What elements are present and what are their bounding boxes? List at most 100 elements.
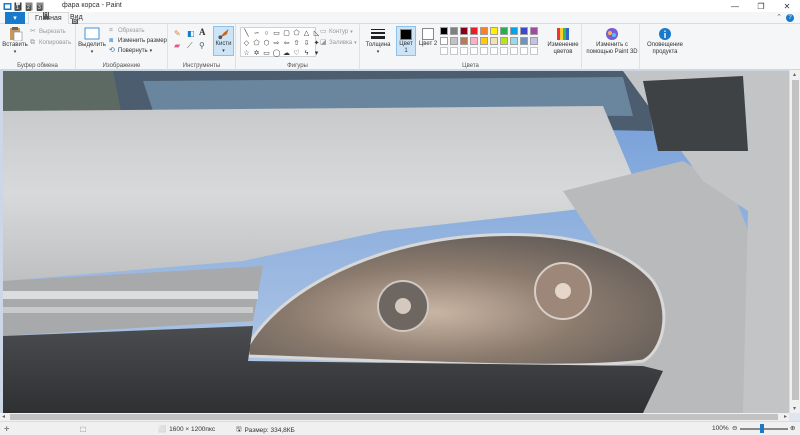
edit-colors-label: Изменение цветов xyxy=(547,42,579,55)
palette-color-swatch[interactable] xyxy=(440,27,448,35)
palette-color-swatch[interactable] xyxy=(530,47,538,55)
text-icon[interactable]: A xyxy=(199,27,206,37)
pentagon-shape-icon[interactable]: ⬠ xyxy=(252,39,261,48)
color-picker-icon[interactable]: ⟋ xyxy=(187,41,193,51)
palette-color-swatch[interactable] xyxy=(460,47,468,55)
shapes-more-icon[interactable]: ▾ xyxy=(312,49,321,58)
palette-color-swatch[interactable] xyxy=(500,27,508,35)
zoom-slider-track[interactable] xyxy=(740,428,788,430)
scroll-left-icon[interactable]: ◂ xyxy=(2,413,5,420)
palette-color-swatch[interactable] xyxy=(450,27,458,35)
info-icon xyxy=(659,28,671,40)
color1-button[interactable]: Цвет 1 xyxy=(396,26,416,56)
maximize-button[interactable]: ❐ xyxy=(748,0,774,12)
selection-size: ⬚ xyxy=(80,425,86,433)
palette-color-swatch[interactable] xyxy=(490,37,498,45)
rect-callout-shape-icon[interactable]: ▭ xyxy=(262,49,271,58)
horizontal-scroll-thumb[interactable] xyxy=(10,414,778,420)
minimize-button[interactable]: — xyxy=(722,0,748,12)
palette-color-swatch[interactable] xyxy=(520,37,528,45)
palette-color-swatch[interactable] xyxy=(530,37,538,45)
edit-with-paint3d-button[interactable]: Изменить с помощью Paint 3D xyxy=(586,27,638,56)
palette-color-swatch[interactable] xyxy=(480,27,488,35)
palette-color-swatch[interactable] xyxy=(530,27,538,35)
vertical-scrollbar[interactable]: ▴ ▾ xyxy=(789,70,800,413)
palette-color-swatch[interactable] xyxy=(470,37,478,45)
palette-color-swatch[interactable] xyxy=(470,47,478,55)
polygon-shape-icon[interactable]: ⬠ xyxy=(292,29,301,38)
palette-color-swatch[interactable] xyxy=(470,27,478,35)
palette-color-swatch[interactable] xyxy=(460,37,468,45)
cloud-callout-shape-icon[interactable]: ☁ xyxy=(282,49,291,58)
edit-colors-button[interactable]: Изменение цветов xyxy=(546,27,580,56)
triangle-shape-icon[interactable]: △ xyxy=(302,29,311,38)
collapse-ribbon-icon[interactable]: ⌃ xyxy=(776,13,782,21)
outline-button[interactable]: ▭ Контур ▾ xyxy=(320,28,353,35)
paint3d-group: Изменить с помощью Paint 3D xyxy=(582,24,640,70)
palette-color-swatch[interactable] xyxy=(510,47,518,55)
rounded-rectangle-shape-icon[interactable]: ▢ xyxy=(282,29,291,38)
zoom-slider-thumb[interactable] xyxy=(760,424,764,433)
heart-shape-icon[interactable]: ♡ xyxy=(292,49,301,58)
oval-shape-icon[interactable]: ○ xyxy=(262,29,271,38)
hexagon-shape-icon[interactable]: ⬡ xyxy=(262,39,271,48)
palette-color-swatch[interactable] xyxy=(440,37,448,45)
palette-color-swatch[interactable] xyxy=(520,47,528,55)
palette-color-swatch[interactable] xyxy=(450,47,458,55)
drawing-canvas[interactable] xyxy=(3,71,789,413)
oval-callout-shape-icon[interactable]: ◯ xyxy=(272,49,281,58)
help-icon[interactable]: ? xyxy=(786,14,794,22)
zoom-out-icon[interactable]: ⊖ xyxy=(732,424,737,432)
palette-color-swatch[interactable] xyxy=(440,47,448,55)
palette-color-swatch[interactable] xyxy=(510,27,518,35)
magnifier-icon[interactable]: ⚲ xyxy=(199,41,205,50)
palette-color-swatch[interactable] xyxy=(500,47,508,55)
palette-color-swatch[interactable] xyxy=(480,37,488,45)
color2-button[interactable]: Цвет 2 xyxy=(418,26,438,56)
rectangle-shape-icon[interactable]: ▭ xyxy=(272,29,281,38)
status-bar: ✛ ⬚ ⬜ 1600 × 1200пкс 🖫 Размер: 334,8КБ 1… xyxy=(0,421,800,435)
copy-button[interactable]: ⧉ Копировать xyxy=(30,39,71,46)
palette-color-swatch[interactable] xyxy=(460,27,468,35)
shapes-gallery[interactable]: ╲ ∽ ○ ▭ ▢ ⬠ △ ◺ ◇ ⬠ ⬡ ⇨ ⇦ ⇧ ⇩ ✦ ☆ ✡ ▭ ◯ … xyxy=(240,27,319,58)
left-arrow-shape-icon[interactable]: ⇦ xyxy=(282,39,291,48)
right-arrow-shape-icon[interactable]: ⇨ xyxy=(272,39,281,48)
six-point-star-shape-icon[interactable]: ✡ xyxy=(252,49,261,58)
paste-button[interactable]: Вставить ▾ xyxy=(2,27,28,56)
resize-button[interactable]: ⧈ Изменить размер xyxy=(109,37,167,44)
line-shape-icon[interactable]: ╲ xyxy=(242,29,251,38)
lightning-shape-icon[interactable]: ϟ xyxy=(302,49,311,58)
palette-color-swatch[interactable] xyxy=(520,27,528,35)
vertical-scroll-thumb[interactable] xyxy=(792,80,799,400)
eraser-icon[interactable]: ▰ xyxy=(174,41,180,50)
horizontal-scrollbar[interactable]: ◂ ▸ xyxy=(0,413,789,421)
palette-color-swatch[interactable] xyxy=(450,37,458,45)
product-alert-button[interactable]: Оповещение продукта xyxy=(642,27,688,56)
palette-color-swatch[interactable] xyxy=(510,37,518,45)
rotate-button[interactable]: ⟲ Повернуть ▾ xyxy=(109,47,152,54)
palette-color-swatch[interactable] xyxy=(480,47,488,55)
down-arrow-shape-icon[interactable]: ⇩ xyxy=(302,39,311,48)
close-button[interactable]: ✕ xyxy=(774,0,800,12)
file-menu-button[interactable]: ▾ xyxy=(5,12,25,24)
brushes-button[interactable]: Кисти ▾ xyxy=(213,26,234,56)
curve-shape-icon[interactable]: ∽ xyxy=(252,29,261,38)
up-arrow-shape-icon[interactable]: ⇧ xyxy=(292,39,301,48)
zoom-in-icon[interactable]: ⊕ xyxy=(790,424,795,432)
size-button[interactable]: Толщина ▾ xyxy=(364,27,392,56)
palette-color-swatch[interactable] xyxy=(490,27,498,35)
diamond-shape-icon[interactable]: ◇ xyxy=(242,39,251,48)
fill-button[interactable]: ◪ Заливка ▾ xyxy=(320,39,357,46)
select-button[interactable]: Выделить ▾ xyxy=(78,27,106,56)
shapes-group-label: Фигуры xyxy=(287,63,308,69)
pencil-icon[interactable]: ✎ xyxy=(174,29,181,38)
scroll-right-icon[interactable]: ▸ xyxy=(784,413,787,420)
five-point-star-shape-icon[interactable]: ☆ xyxy=(242,49,251,58)
palette-color-swatch[interactable] xyxy=(500,37,508,45)
scroll-up-icon[interactable]: ▴ xyxy=(793,71,796,78)
cut-button[interactable]: ✂ Вырезать xyxy=(30,28,66,35)
palette-color-swatch[interactable] xyxy=(490,47,498,55)
fill-icon[interactable]: ◧ xyxy=(187,29,195,38)
crop-button[interactable]: ⌗ Обрезать xyxy=(109,27,144,34)
scroll-down-icon[interactable]: ▾ xyxy=(793,405,796,412)
